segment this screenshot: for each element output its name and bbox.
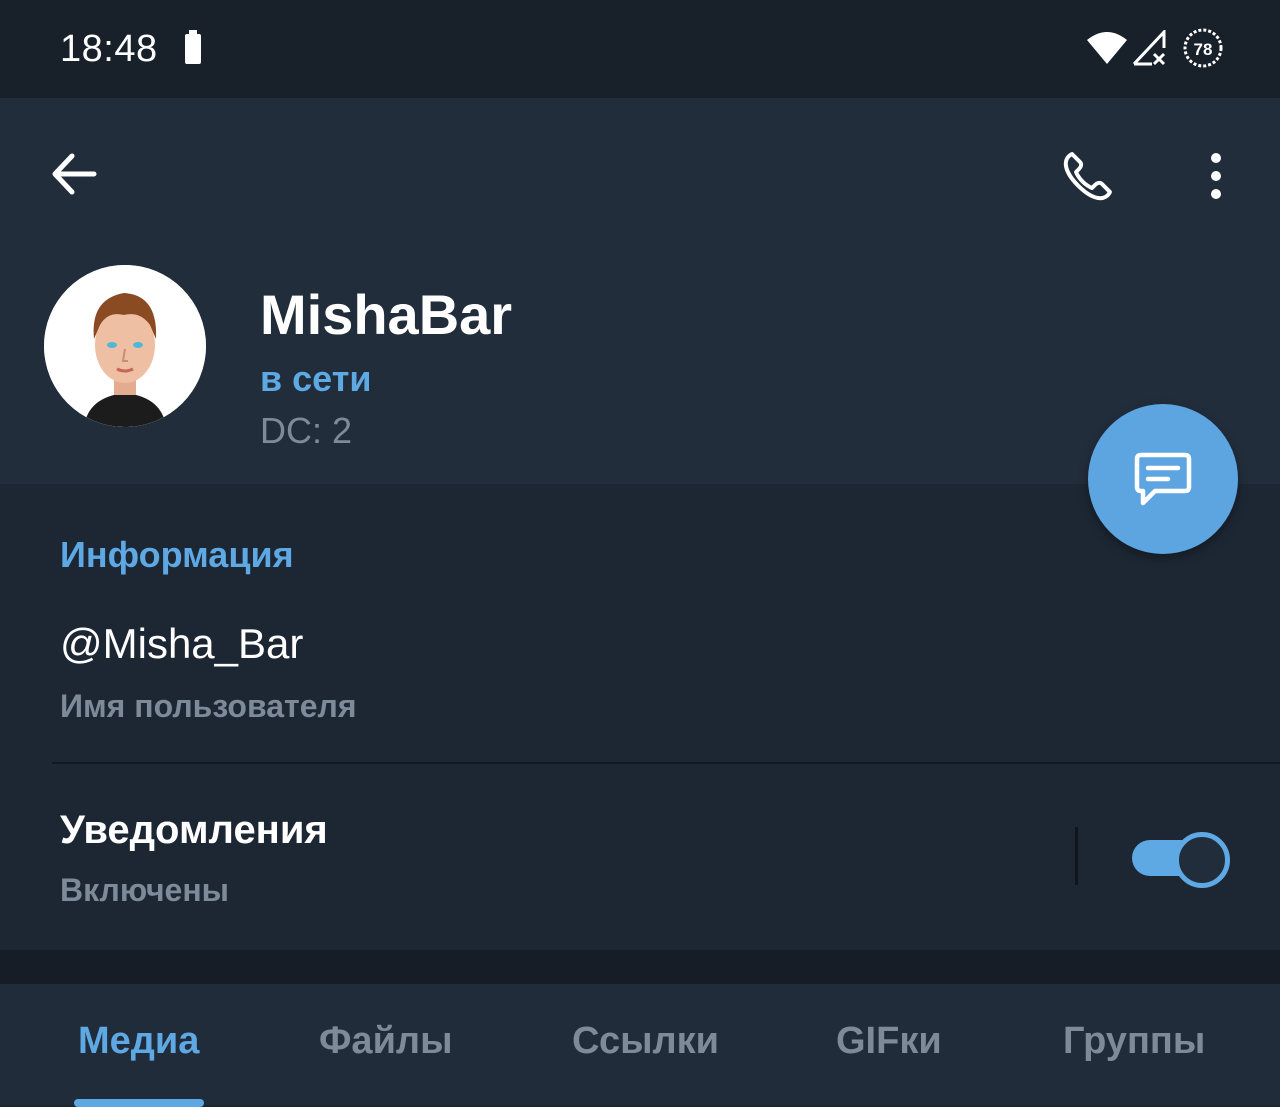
online-status: в сети (260, 358, 372, 399)
username-label: Имя пользователя (60, 688, 357, 724)
battery-icon (185, 30, 201, 64)
info-section-title: Информация (60, 534, 294, 575)
more-options-button[interactable] (1194, 146, 1238, 206)
more-vertical-icon (1211, 153, 1221, 199)
message-button[interactable] (1088, 404, 1238, 554)
signal-icon (1132, 30, 1166, 66)
tab-files[interactable]: Файлы (319, 1020, 453, 1063)
tab-links[interactable]: Ссылки (572, 1020, 719, 1063)
data-saver-icon: 78 (1183, 28, 1223, 68)
username-value: @Misha_Bar (60, 620, 304, 667)
tab-media[interactable]: Медиа (78, 1020, 199, 1063)
vertical-separator (1075, 827, 1078, 885)
profile-name: MishaBar (260, 283, 513, 346)
tab-gifs[interactable]: GIFки (836, 1020, 942, 1063)
message-icon (1134, 452, 1192, 506)
divider (52, 762, 1280, 764)
notifications-toggle[interactable] (1130, 830, 1230, 888)
dc-label: DC: 2 (260, 410, 353, 451)
active-tab-indicator (74, 1099, 204, 1107)
phone-icon (1063, 152, 1112, 201)
notifications-state: Включены (60, 872, 229, 908)
status-time: 18:48 (60, 28, 158, 70)
arrow-left-icon (52, 153, 97, 195)
call-button[interactable] (1056, 144, 1120, 208)
toggle-knob (1174, 832, 1230, 888)
notifications-title: Уведомления (60, 808, 328, 852)
section-gap (0, 950, 1280, 984)
wifi-icon (1087, 32, 1127, 64)
status-bar: 18:48 78 (0, 0, 1280, 98)
tab-groups[interactable]: Группы (1063, 1020, 1205, 1063)
avatar-image (44, 265, 206, 427)
back-button[interactable] (46, 146, 102, 202)
battery-badge-text: 78 (1194, 40, 1213, 59)
avatar[interactable] (44, 265, 206, 427)
